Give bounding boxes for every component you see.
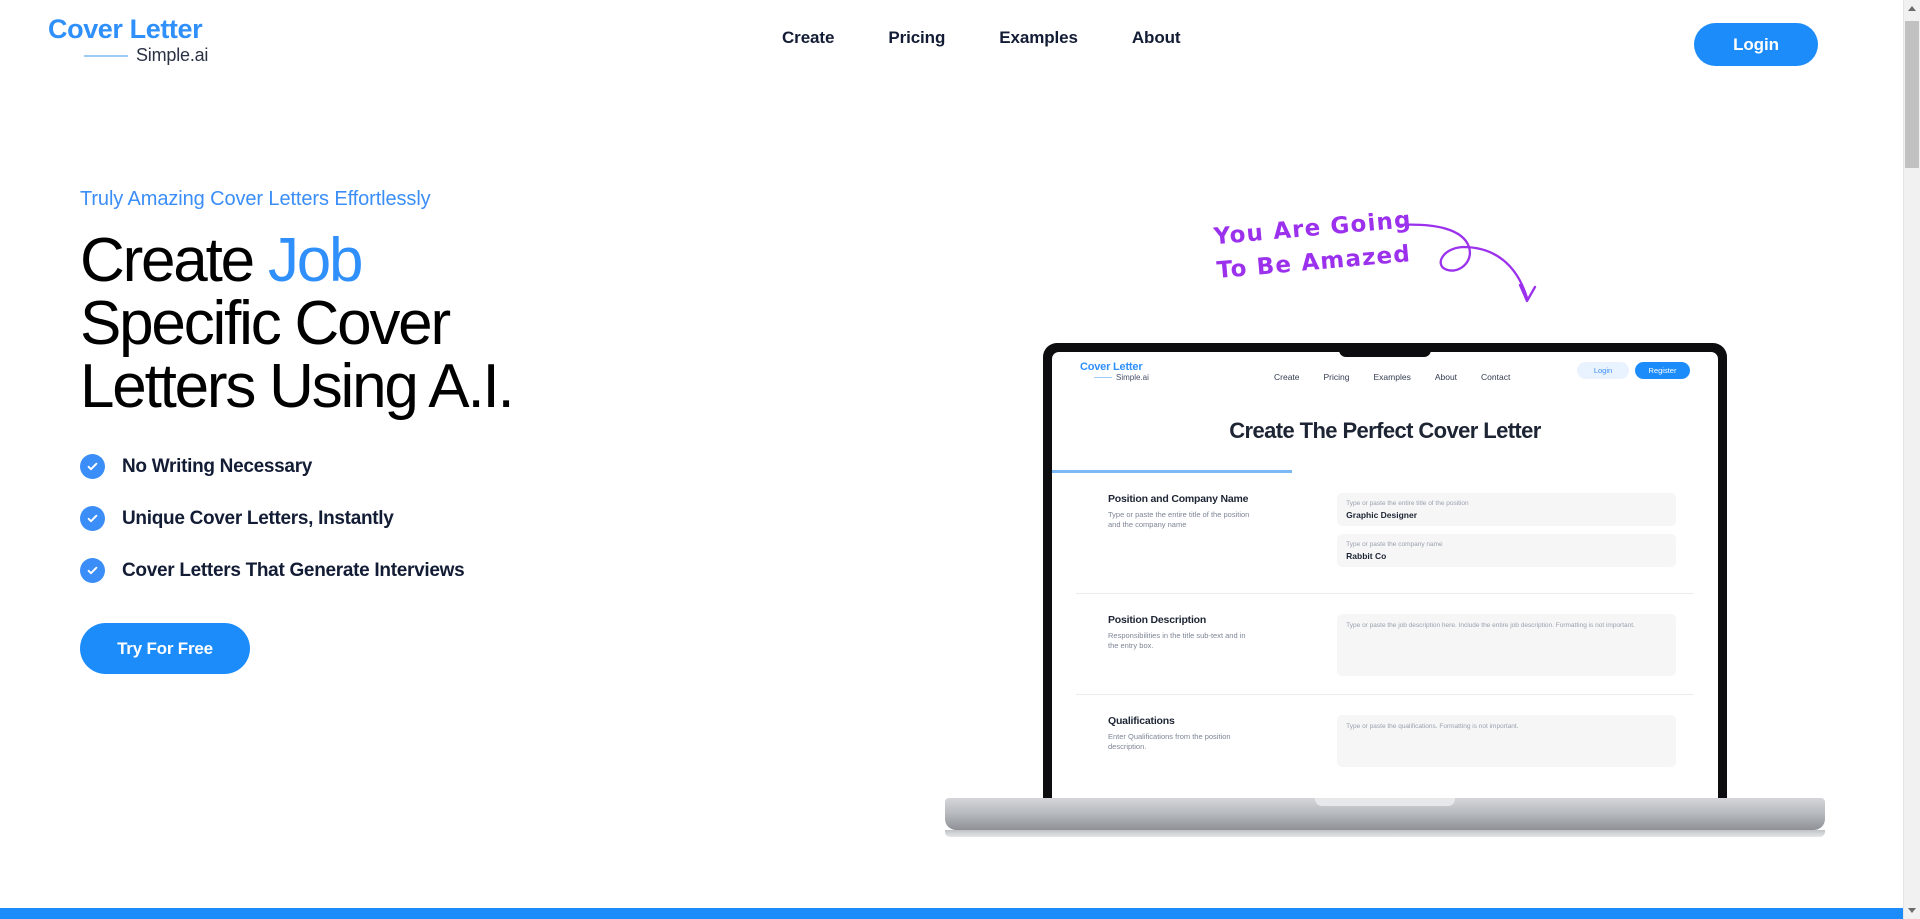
laptop-base <box>945 798 1825 830</box>
main-nav: Create Pricing Examples About <box>782 28 1181 48</box>
form-section-position-description: Position Description Responsibilities in… <box>1076 594 1694 695</box>
list-item: Cover Letters That Generate Interviews <box>80 558 720 583</box>
page-title: Create Job Specific Cover Letters Using … <box>80 229 720 418</box>
form-section-fields: Type or paste the qualifications. Format… <box>1337 715 1686 767</box>
site-header: Cover Letter Simple.ai Create Pricing Ex… <box>0 0 1903 88</box>
list-item: No Writing Necessary <box>80 454 720 479</box>
screen-logo-title: Cover Letter <box>1080 361 1143 373</box>
form-section-sub: Responsibilities in the title sub-text a… <box>1108 631 1246 650</box>
screen-page-title: Create The Perfect Cover Letter <box>1229 418 1541 443</box>
form-section-label: Position Description <box>1108 614 1207 626</box>
position-title-value: Graphic Designer <box>1346 510 1418 520</box>
vertical-scrollbar[interactable] <box>1903 0 1920 919</box>
try-for-free-button[interactable]: Try For Free <box>80 623 250 674</box>
scrollbar-thumb[interactable] <box>1905 21 1919 168</box>
form-section-label-block: Position and Company Name Type or paste … <box>1084 493 1317 575</box>
screen-progress-bar <box>1052 470 1718 473</box>
screen-nav-item-about[interactable]: About <box>1435 372 1457 382</box>
check-circle-icon <box>80 506 105 531</box>
screen-logo-rule-icon <box>1094 377 1112 378</box>
form-section-sub: Type or paste the entire title of the po… <box>1108 510 1250 529</box>
curly-arrow-down-icon <box>1396 223 1537 303</box>
logo-title: Cover Letter <box>48 14 203 44</box>
check-circle-icon <box>80 558 105 583</box>
page-root: Cover Letter Simple.ai Create Pricing Ex… <box>0 0 1903 919</box>
form-section-position-company: Position and Company Name Type or paste … <box>1076 473 1694 594</box>
position-description-textarea[interactable]: Type or paste the job description here. … <box>1337 614 1676 676</box>
form-section-fields: Type or paste the job description here. … <box>1337 614 1686 676</box>
position-title-placeholder: Type or paste the entire title of the po… <box>1346 500 1469 507</box>
feature-label: Cover Letters That Generate Interviews <box>122 559 465 581</box>
headline-line-2: Specific Cover <box>80 289 451 358</box>
headline-word-job: Job <box>267 226 364 295</box>
logo-rule-icon <box>84 54 128 57</box>
qualifications-placeholder: Type or paste the qualifications. Format… <box>1346 723 1519 730</box>
nav-item-about[interactable]: About <box>1132 28 1181 48</box>
feature-label: No Writing Necessary <box>122 455 313 477</box>
laptop-mockup: Cover Letter Simple.ai Create Pricing Ex… <box>945 343 1825 853</box>
screen-progress-fill <box>1052 470 1292 473</box>
logo-subtitle: Simple.ai <box>136 45 209 65</box>
laptop-notch <box>1339 343 1431 357</box>
screen-logo-subtitle-row: Simple.ai <box>1080 373 1149 382</box>
nav-item-pricing[interactable]: Pricing <box>888 28 945 48</box>
hero-eyebrow: Truly Amazing Cover Letters Effortlessly <box>80 188 431 210</box>
form-section-qualifications: Qualifications Enter Qualifications from… <box>1076 695 1694 785</box>
logo[interactable]: Cover Letter Simple.ai <box>48 14 268 66</box>
screen-logo-subtitle: Simple.ai <box>1116 373 1149 382</box>
position-description-placeholder: Type or paste the job description here. … <box>1346 622 1635 629</box>
hero-section: Truly Amazing Cover Letters Effortlessly… <box>0 88 1903 837</box>
logo-subtitle-row: Simple.ai <box>48 45 268 66</box>
position-title-field[interactable]: Type or paste the entire title of the po… <box>1337 493 1676 526</box>
doodle-line-2: To Be Amazed <box>1215 241 1412 285</box>
scroll-down-button[interactable] <box>1904 902 1920 919</box>
doodle-text: You Are Going To Be Amazed <box>1212 202 1427 288</box>
company-name-placeholder: Type or paste the company name <box>1346 541 1443 548</box>
screen-logo: Cover Letter Simple.ai <box>1080 361 1149 382</box>
headline-word-create: Create <box>80 226 255 295</box>
screen-nav-item-pricing[interactable]: Pricing <box>1324 372 1350 382</box>
chevron-down-icon <box>1908 908 1916 913</box>
login-button[interactable]: Login <box>1694 23 1818 66</box>
company-name-value: Rabbit Co <box>1346 551 1387 561</box>
scroll-up-button[interactable] <box>1904 0 1920 17</box>
chevron-up-icon <box>1908 6 1916 11</box>
check-circle-icon <box>80 454 105 479</box>
screen-nav: Create Pricing Examples About Contact <box>1274 372 1510 382</box>
laptop-lid: Cover Letter Simple.ai Create Pricing Ex… <box>1043 343 1727 805</box>
screen-header: Cover Letter Simple.ai Create Pricing Ex… <box>1052 352 1718 398</box>
doodle-line-1: You Are Going <box>1212 206 1413 251</box>
screen-nav-item-create[interactable]: Create <box>1274 372 1300 382</box>
form-section-fields: Type or paste the entire title of the po… <box>1337 493 1686 575</box>
feature-list: No Writing Necessary Unique Cover Letter… <box>80 454 720 583</box>
nav-item-examples[interactable]: Examples <box>999 28 1078 48</box>
list-item: Unique Cover Letters, Instantly <box>80 506 720 531</box>
screen-nav-item-contact[interactable]: Contact <box>1481 372 1510 382</box>
headline-line-3: Letters Using A.I. <box>80 352 515 421</box>
screen-login-button[interactable]: Login <box>1577 362 1629 379</box>
feature-label: Unique Cover Letters, Instantly <box>122 507 394 529</box>
company-name-field[interactable]: Type or paste the company name Rabbit Co <box>1337 534 1676 567</box>
form-section-label: Qualifications <box>1108 715 1175 727</box>
hero-content: Truly Amazing Cover Letters Effortlessly… <box>80 188 720 674</box>
nav-item-create[interactable]: Create <box>782 28 834 48</box>
next-section-band <box>0 908 1903 919</box>
screen-nav-item-examples[interactable]: Examples <box>1374 372 1411 382</box>
doodle-annotation: You Are Going To Be Amazed <box>1195 203 1575 343</box>
form-section-label: Position and Company Name <box>1108 493 1249 505</box>
form-section-label-block: Qualifications Enter Qualifications from… <box>1084 715 1317 767</box>
qualifications-textarea[interactable]: Type or paste the qualifications. Format… <box>1337 715 1676 767</box>
screen-register-button[interactable]: Register <box>1635 362 1690 379</box>
laptop-foot <box>945 830 1825 837</box>
form-section-label-block: Position Description Responsibilities in… <box>1084 614 1317 676</box>
screen-form: Position and Company Name Type or paste … <box>1052 473 1718 785</box>
laptop-screen: Cover Letter Simple.ai Create Pricing Ex… <box>1052 352 1718 805</box>
form-section-sub: Enter Qualifications from the position d… <box>1108 732 1231 751</box>
